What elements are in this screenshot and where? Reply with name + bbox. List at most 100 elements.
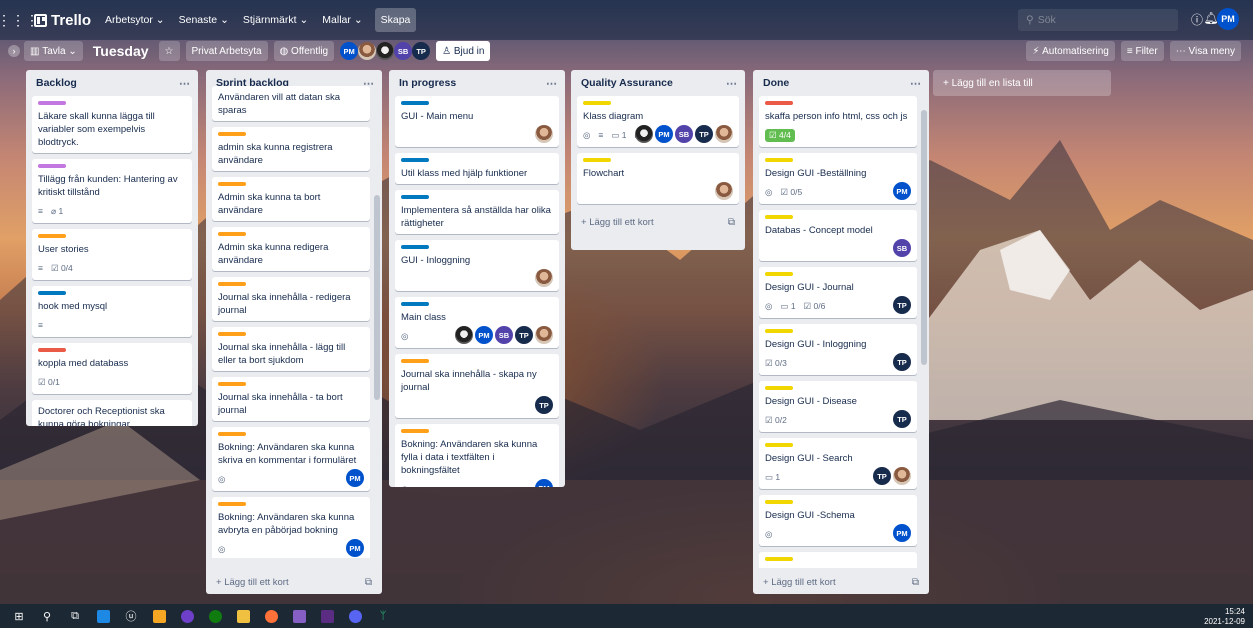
member-avatar[interactable]: TP	[535, 396, 553, 414]
card-label[interactable]	[401, 359, 429, 363]
add-card-button[interactable]: + Lägg till ett kort ⧉	[753, 570, 929, 594]
member-avatar[interactable]: SB	[893, 239, 911, 257]
star-board-button[interactable]: ☆	[158, 41, 180, 61]
card-label[interactable]	[218, 432, 246, 436]
card[interactable]: Bokning: Användaren ska kunna skriva en …	[212, 427, 370, 491]
card-label[interactable]	[401, 158, 429, 162]
member-avatar-photo[interactable]	[715, 125, 733, 143]
jetbrains-icon[interactable]	[314, 605, 340, 627]
menu-workspaces[interactable]: Arbetsytor ⌄	[99, 8, 171, 32]
firefox-icon[interactable]	[258, 605, 284, 627]
card[interactable]: Main class ◎ PM SB TP	[395, 297, 559, 348]
member-avatar-photo[interactable]	[635, 125, 653, 143]
member-avatar-photo[interactable]	[893, 467, 911, 485]
card-label[interactable]	[583, 101, 611, 105]
card[interactable]: Admin ska kunna ta bort användare	[212, 177, 370, 221]
card[interactable]: hook med mysql ≡	[32, 286, 192, 337]
card-label[interactable]	[765, 215, 793, 219]
card-label[interactable]	[401, 245, 429, 249]
member-avatar-photo[interactable]	[358, 42, 377, 60]
card-template-icon[interactable]: ⧉	[728, 217, 735, 228]
card[interactable]: Journal ska innehålla - ta bort journal	[212, 377, 370, 421]
card-label[interactable]	[218, 502, 246, 506]
trello-logo[interactable]: Trello	[30, 8, 97, 32]
member-avatar[interactable]: TP	[873, 467, 891, 485]
card-label[interactable]	[401, 101, 429, 105]
discord-icon[interactable]	[342, 605, 368, 627]
card-label[interactable]	[765, 101, 793, 105]
member-avatar[interactable]: PM	[475, 326, 493, 344]
menu-recent[interactable]: Senaste ⌄	[173, 8, 235, 32]
list-header[interactable]: Quality Assurance ⋯	[571, 70, 745, 96]
add-list-button[interactable]: + Lägg till en lista till	[933, 70, 1111, 96]
member-avatar[interactable]: TP	[695, 125, 713, 143]
card-label[interactable]	[401, 429, 429, 433]
card[interactable]: Design GUI - Journal ◎ ▭ 1 ☑ 0/6 TP	[759, 267, 917, 318]
card[interactable]: GUI - Main menu	[395, 96, 559, 147]
visibility-button[interactable]: ◍ Offentlig	[273, 41, 335, 61]
member-avatar[interactable]: TP	[893, 296, 911, 314]
card-label[interactable]	[765, 500, 793, 504]
vscode-icon[interactable]	[90, 605, 116, 627]
card[interactable]: Tillägg från kunden: Hantering av kritis…	[32, 159, 192, 223]
card-label[interactable]	[38, 348, 66, 352]
member-avatar[interactable]: PM	[893, 524, 911, 542]
card-label[interactable]	[401, 302, 429, 306]
card[interactable]: Flowchart	[577, 153, 739, 204]
show-menu-button[interactable]: ⋯ Visa meny	[1169, 41, 1241, 61]
board-view-switcher[interactable]: ▥ Tavla ⌄	[24, 41, 83, 61]
board-title[interactable]: Tuesday	[89, 41, 153, 61]
add-card-button[interactable]: + Lägg till ett kort ⧉	[571, 210, 745, 234]
member-avatar[interactable]: SB	[495, 326, 513, 344]
card[interactable]: Journal ska innehålla - redigera journal	[212, 277, 370, 321]
list-title[interactable]: In progress	[399, 77, 456, 89]
card-template-icon[interactable]: ⧉	[365, 577, 372, 588]
search-icon[interactable]: ⚲	[34, 605, 60, 627]
card[interactable]: Design GUI - Search ▭ 1 TP	[759, 438, 917, 489]
apps-grid-icon[interactable]: ⋮⋮⋮	[0, 8, 39, 32]
card-label[interactable]	[38, 291, 66, 295]
card-label[interactable]	[38, 101, 66, 105]
card[interactable]: Användaren vill att datan ska sparas	[212, 86, 370, 121]
member-avatar[interactable]: PM	[655, 125, 673, 143]
card-label[interactable]	[218, 132, 246, 136]
card-label[interactable]	[765, 329, 793, 333]
card[interactable]: Databas - Concept model SB	[759, 210, 917, 261]
visual-studio-icon[interactable]	[286, 605, 312, 627]
member-avatar[interactable]: PM	[535, 479, 553, 487]
card[interactable]: Journal ska innehålla - skapa ny journal…	[395, 354, 559, 418]
member-avatar[interactable]: PM	[346, 469, 364, 487]
card[interactable]: Admin ska kunna redigera användare	[212, 227, 370, 271]
card[interactable]: Design GUI - Inloggning ☑ 0/3 TP	[759, 324, 917, 375]
list-scrollbar[interactable]	[921, 110, 927, 365]
windows-start-icon[interactable]: ⊞	[6, 605, 32, 627]
member-avatar-photo[interactable]	[535, 125, 553, 143]
member-avatar[interactable]: PM	[340, 42, 359, 60]
member-avatar[interactable]: PM	[893, 182, 911, 200]
member-avatar[interactable]: PM	[346, 539, 364, 557]
member-avatar[interactable]: TP	[893, 410, 911, 428]
member-avatar-photo[interactable]	[535, 326, 553, 344]
invite-button[interactable]: ♙ Bjud in	[436, 41, 491, 61]
member-avatar[interactable]: SB	[675, 125, 693, 143]
expand-sidebar-button[interactable]: ›	[8, 45, 20, 57]
member-avatar-photo[interactable]	[535, 269, 553, 287]
member-avatar-photo[interactable]	[715, 182, 733, 200]
list-header[interactable]: In progress ⋯	[389, 70, 565, 96]
menu-starred[interactable]: Stjärnmärkt ⌄	[237, 8, 314, 32]
card-label[interactable]	[218, 182, 246, 186]
workspace-button[interactable]: Privat Arbetsyta	[185, 41, 268, 61]
card-label[interactable]	[218, 232, 246, 236]
card[interactable]: Design GUI -Schema ◎ PM	[759, 495, 917, 546]
card-label[interactable]	[765, 386, 793, 390]
card-label[interactable]	[218, 382, 246, 386]
list-menu-icon[interactable]: ⋯	[546, 77, 557, 90]
list-header[interactable]: Backlog ⋯	[26, 70, 198, 96]
card[interactable]: Klass diagram◎≡▭ 1⌀ 1PMSBTP	[577, 96, 739, 147]
xbox-icon[interactable]	[202, 605, 228, 627]
card-label[interactable]	[765, 557, 793, 561]
add-card-button[interactable]: + Lägg till ett kort ⧉	[206, 570, 382, 594]
menu-templates[interactable]: Mallar ⌄	[316, 8, 368, 32]
github-icon[interactable]	[174, 605, 200, 627]
list-header[interactable]: Done ⋯	[753, 70, 929, 96]
